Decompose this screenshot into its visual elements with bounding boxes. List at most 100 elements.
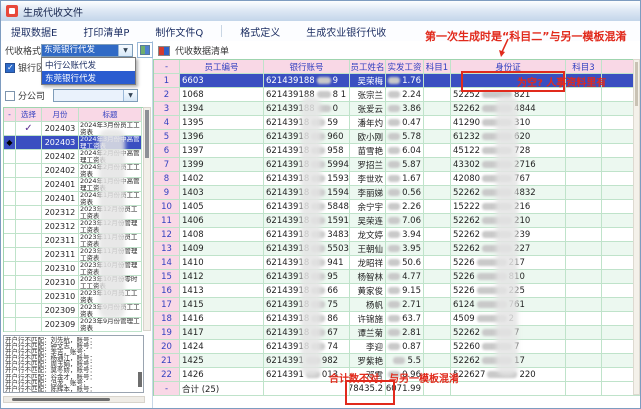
select-cell[interactable] [16,262,42,276]
list-item[interactable]: 2023112023年11月份员工工资表 [4,234,144,248]
list-item[interactable]: 2024022024年2月份中高管理工资表 [4,150,144,164]
redacted-text [482,175,512,182]
table-vertical-scrollbar[interactable] [633,59,640,395]
data-list-header: 代收数据清单 [158,44,229,57]
subject3-cell [566,326,602,340]
scrollbar-thumb[interactable] [145,110,149,158]
subject3-cell [566,256,602,270]
format-tool-button[interactable] [137,42,153,58]
list-header-cell[interactable]: - [4,108,16,122]
select-cell[interactable] [16,276,42,290]
select-cell[interactable] [16,304,42,318]
column-header[interactable]: 员工编号 [180,60,264,74]
table-row[interactable]: 413956214391859潘年灼0.4741290310 [154,116,636,130]
list-item[interactable]: 2023102023年10月份零时工工资表 [4,276,144,290]
column-header[interactable]: 科目3 [566,60,602,74]
list-item[interactable]: 2023112023年11月份管理工资表 [4,248,144,262]
select-cell[interactable] [16,192,42,206]
log-scrollbar-thumb[interactable] [138,372,142,387]
table-row[interactable]: 1114066214391815911吴荣连7.0652262210 [154,214,636,228]
list-header-cell[interactable]: 月份 [42,108,79,122]
list-item[interactable]: 2024022024年2月份员工工资表 [4,164,144,178]
table-row[interactable]: 814026214391815937李世欢1.6742080767 [154,172,636,186]
select-cell[interactable] [16,220,42,234]
select-cell[interactable] [16,318,42,332]
select-cell[interactable] [16,234,42,248]
select-cell[interactable] [16,206,42,220]
redacted-text [311,147,325,154]
subject3-cell [566,214,602,228]
subject3-cell [566,354,602,368]
branch-label: 分公司 [18,89,45,102]
list-item[interactable]: 2023102023年10月份管理工资表 [4,262,144,276]
scrollbar-thumb[interactable] [12,398,110,401]
table-row[interactable]: 1814166214391886许锦施63.745092 [154,312,636,326]
bank-account-cell: 621439185503 [264,242,350,256]
branch-checkbox[interactable] [5,91,15,101]
chevron-down-icon[interactable]: ▼ [118,45,132,56]
list-item[interactable]: 2024012024年1月份员工工资表 [4,192,144,206]
list-header-cell[interactable]: 标题 [79,108,142,122]
scrollbar-thumb[interactable] [635,62,638,106]
log-horizontal-scrollbar[interactable] [3,396,145,403]
select-cell[interactable] [16,178,42,192]
table-row[interactable]: 6139762143918958苗雪艳6.0445122728 [154,144,636,158]
column-header[interactable]: 银行账号 [264,60,350,74]
table-row[interactable]: 71399621439185994罗招兰5.87433022716 [154,158,636,172]
format-select[interactable]: 东莞银行代发 ▼ [41,44,133,57]
select-cell[interactable] [16,136,42,150]
table-row[interactable]: 1914176214391867谭兰菊2.81522627 [154,326,636,340]
table-row[interactable]: 313946214391880张爱云3.86522624844 [154,102,636,116]
toolbar-make-file-button[interactable]: 制作文件Q [155,24,203,39]
redacted-text [477,315,507,322]
toolbar-generate-abc-bank-button[interactable]: 生成农业银行代收 [306,24,386,39]
column-header[interactable]: - [154,60,180,74]
list-item[interactable]: 2024012024年1月份中高管理工资表 [4,178,144,192]
row-number-cell: 7 [154,158,180,172]
list-item[interactable]: 2023102023年10月员工工资表 [4,290,144,304]
subject3-cell [566,172,602,186]
list-item[interactable]: ◆2024032024年3月份中高管理工资表 [4,136,144,150]
table-row[interactable]: 914036214391815945李丽娣0.56522624832 [154,186,636,200]
table-row[interactable]: 2114256214391982罗紫艳5.55226217 [154,354,636,368]
column-header[interactable]: 实发工资 [386,60,424,74]
redacted-text [477,259,507,266]
month-cell: 202310 [42,290,79,304]
toolbar-format-definition-button[interactable]: 格式定义 [240,24,280,39]
dropdown-option[interactable]: 中行公账代发 [42,58,135,71]
select-cell[interactable] [16,150,42,164]
table-row[interactable]: 10140562143918584842余宁宇2.2615222216 [154,200,636,214]
list-item[interactable]: 2023092023年9月份员工工资表 [4,304,144,318]
select-cell[interactable] [16,248,42,262]
table-row[interactable]: 5139662143918960欧小刚5.7861232620 [154,130,636,144]
list-item[interactable]: 2023122023年12月份员工工资表 [4,206,144,220]
list-item[interactable]: ✓2024032024年3月份员工工资表 [4,122,144,136]
id-card-cell [451,382,566,396]
branch-select[interactable]: ▼ [53,89,138,102]
table-row[interactable]: 131409621439185503王朝仙3.9552262227 [154,242,636,256]
list-item[interactable]: 2023122023年12月份管理工资表 [4,220,144,234]
dropdown-option[interactable]: 东莞银行代发 [42,71,135,84]
list-header-cell[interactable]: 选择 [16,108,42,122]
column-header[interactable]: 科目1 [424,60,451,74]
select-cell[interactable] [16,164,42,178]
select-cell[interactable] [16,290,42,304]
bank-filter-checkbox[interactable] [5,63,15,73]
table-row[interactable]: 1514126214391895杨智林4.775226810 [154,270,636,284]
redacted-text [388,203,400,210]
list-item[interactable]: 2023092023年9月份管理工资表 [4,318,144,332]
select-cell[interactable]: ✓ [16,122,42,136]
table-row[interactable]: 1714156214391875杨帆2.716124761 [154,298,636,312]
id-card-cell: 61232620 [451,130,566,144]
bank-account-cell: 6214391874 [264,340,350,354]
table-row[interactable]: 2014246214391874李迎0.87522607 [154,340,636,354]
table-row[interactable]: 1614136214391866黄家俊9.155226225 [154,284,636,298]
toolbar-print-list-button[interactable]: 打印清单P [83,24,129,39]
table-row[interactable]: 1214086214391834834龙文婷3.9452262239 [154,228,636,242]
table-row[interactable]: 14141062143918941龙昭祥50.65226217 [154,256,636,270]
column-header[interactable]: 员工姓名 [350,60,386,74]
list-vertical-scrollbar[interactable] [143,107,151,331]
toolbar-extract-data-button[interactable]: 提取数据E [11,24,57,39]
chevron-down-icon[interactable]: ▼ [123,90,137,101]
format-label: 代收格式 [5,44,41,57]
